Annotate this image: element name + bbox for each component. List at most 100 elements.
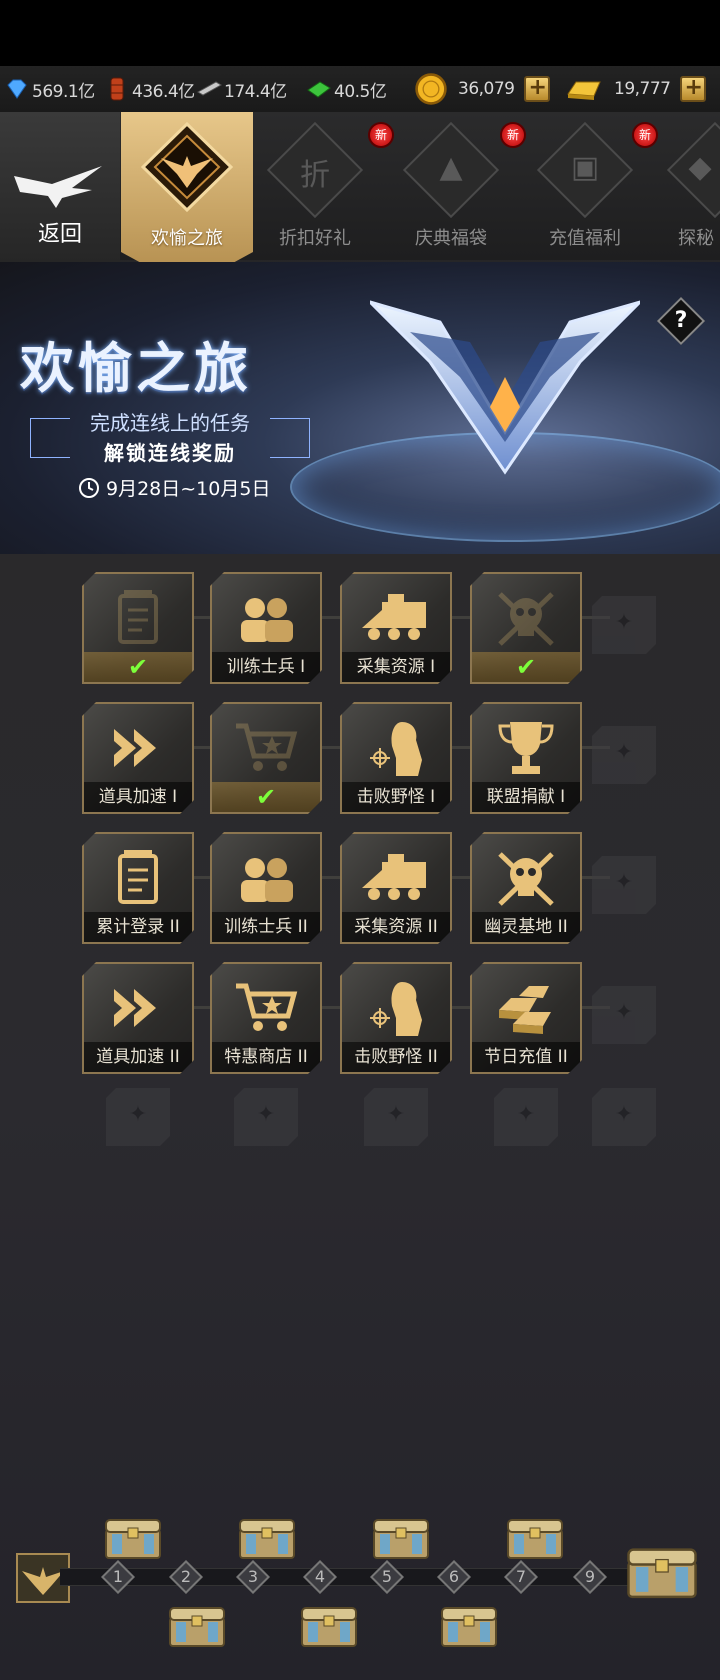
task-tile[interactable]: 训练士兵 I: [210, 572, 322, 684]
task-tile[interactable]: ✔: [470, 572, 582, 684]
banner-subtitle: 完成连线上的任务: [90, 411, 250, 435]
resource-oil[interactable]: 436.4亿: [104, 66, 195, 112]
eagle-icon: ✦: [516, 1102, 536, 1127]
resource-gold[interactable]: 19,777 +: [564, 66, 707, 112]
resource-diamond[interactable]: 569.1亿: [4, 66, 95, 112]
task-label: 采集资源 I: [342, 652, 450, 682]
task-tile[interactable]: 累计登录 II: [82, 832, 194, 944]
task-label: 采集资源 II: [342, 912, 450, 942]
resource-value: 36,079: [458, 79, 515, 99]
locked-reward[interactable]: ✦: [592, 986, 656, 1044]
tab-recharge-welfare[interactable]: ▣ 充值福利 新: [520, 112, 658, 260]
truck-icon: [342, 586, 450, 650]
task-tile[interactable]: 特惠商店 II: [210, 962, 322, 1074]
truck-icon: [342, 846, 450, 910]
locked-reward[interactable]: ✦: [592, 856, 656, 914]
locked-reward[interactable]: ✦: [106, 1088, 170, 1146]
reward-chest-icon[interactable]: [300, 1604, 358, 1648]
add-gold-button[interactable]: +: [680, 76, 707, 102]
task-tile[interactable]: 采集资源 II: [340, 832, 452, 944]
progress-node-label: 3: [247, 1567, 259, 1586]
add-coin-button[interactable]: +: [524, 76, 551, 102]
tab-label: 欢愉之旅: [151, 228, 223, 249]
task-tile[interactable]: ✔: [82, 572, 194, 684]
task-tile[interactable]: 采集资源 I: [340, 572, 452, 684]
task-tile[interactable]: 节日充值 II: [470, 962, 582, 1074]
eagle-icon: ✦: [614, 870, 634, 895]
tab-explore[interactable]: ◆ 探秘: [650, 112, 720, 260]
task-tile[interactable]: 幽灵基地 II: [470, 832, 582, 944]
task-tile[interactable]: 击败野怪 II: [340, 962, 452, 1074]
reward-chest-icon[interactable]: [238, 1516, 296, 1560]
task-label: 联盟捐献 I: [472, 782, 580, 812]
notepad-icon: [84, 846, 192, 910]
event-date: 9月28日~10月5日: [106, 478, 271, 500]
progress-node-label: 9: [584, 1567, 596, 1586]
soldiers-icon: [212, 586, 320, 650]
locked-reward[interactable]: ✦: [592, 1088, 656, 1146]
task-label: 节日充值 II: [472, 1042, 580, 1072]
reward-chest-icon[interactable]: [506, 1516, 564, 1560]
locked-reward[interactable]: ✦: [364, 1088, 428, 1146]
resource-cash[interactable]: 40.5亿: [306, 66, 387, 112]
locked-reward[interactable]: ✦: [234, 1088, 298, 1146]
back-label: 返回: [37, 222, 82, 247]
tab-label: 庆典福袋: [415, 228, 487, 249]
eagle-icon: [14, 166, 102, 208]
tab-discount[interactable]: 折 折扣好礼 新: [250, 112, 394, 260]
diamond-icon: [7, 79, 27, 99]
eagle-icon: ✦: [386, 1102, 406, 1127]
progress-node-label: 2: [180, 1567, 192, 1586]
progress-node-label: 6: [448, 1567, 460, 1586]
resource-coin[interactable]: 36,079 +: [414, 66, 551, 112]
resource-bar: 569.1亿 436.4亿 174.4亿 40.5亿 36,079 + 19,7…: [0, 66, 720, 112]
eagle-icon: ✦: [614, 1000, 634, 1025]
resource-value: 19,777: [614, 79, 671, 99]
locked-reward[interactable]: ✦: [592, 726, 656, 784]
reward-chest-icon[interactable]: [440, 1604, 498, 1648]
task-tile[interactable]: ✔: [210, 702, 322, 814]
banner-subtitle-bold: 解锁连线奖励: [104, 441, 236, 465]
chest-icon: ▣: [570, 150, 600, 185]
task-label: 道具加速 I: [84, 782, 192, 812]
soldiers-icon: [212, 846, 320, 910]
monster-icon: [342, 976, 450, 1040]
task-label: 特惠商店 II: [212, 1042, 320, 1072]
reward-chest-icon[interactable]: [372, 1516, 430, 1560]
task-label: 击败野怪 I: [342, 782, 450, 812]
task-tile[interactable]: 训练士兵 II: [210, 832, 322, 944]
cart-icon: [212, 716, 320, 780]
completed-check-icon: ✔: [84, 652, 192, 682]
resource-steel[interactable]: 174.4亿: [196, 66, 287, 112]
task-tile[interactable]: 联盟捐献 I: [470, 702, 582, 814]
eagle-icon: ✦: [614, 740, 634, 765]
oil-barrel-icon: [110, 77, 124, 101]
task-tile[interactable]: 道具加速 I: [82, 702, 194, 814]
task-label: 幽灵基地 II: [472, 912, 580, 942]
notepad-icon: [84, 586, 192, 650]
tent-icon: ▲: [439, 150, 463, 185]
cart-icon: [212, 976, 320, 1040]
help-question-icon: ?: [674, 308, 688, 333]
locked-reward[interactable]: ✦: [494, 1088, 558, 1146]
locked-reward[interactable]: ✦: [592, 596, 656, 654]
reward-chest-icon[interactable]: [104, 1516, 162, 1560]
completed-check-icon: ✔: [472, 652, 580, 682]
status-bar-area: [0, 0, 720, 66]
cash-icon: [307, 81, 331, 98]
gold-bars-icon: [472, 976, 580, 1040]
progress-node-label: 7: [515, 1567, 527, 1586]
banner-title: 欢愉之旅: [20, 337, 252, 400]
resource-value: 569.1亿: [32, 81, 95, 102]
coin-icon: [415, 73, 447, 105]
explore-icon: ◆: [688, 150, 712, 185]
reward-chest-icon[interactable]: [168, 1604, 226, 1648]
task-tile[interactable]: 道具加速 II: [82, 962, 194, 1074]
clock-icon: [79, 477, 99, 498]
eagle-icon: ✦: [256, 1102, 276, 1127]
tab-celebration-bag[interactable]: ▲ 庆典福袋 新: [386, 112, 526, 260]
task-tile[interactable]: 击败野怪 I: [340, 702, 452, 814]
task-label: 道具加速 II: [84, 1042, 192, 1072]
back-button[interactable]: 返回: [0, 112, 120, 264]
reward-chest-icon[interactable]: [626, 1544, 698, 1600]
